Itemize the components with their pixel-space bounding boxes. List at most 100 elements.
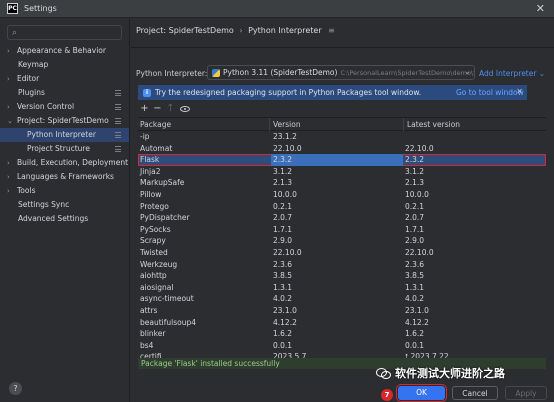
- table-row[interactable]: attrs 23.1.0 23.1.0: [138, 305, 546, 317]
- step-badge: 7: [381, 389, 393, 401]
- table-row[interactable]: -ip 23.1.2: [138, 131, 546, 143]
- package-version-cell: 4.12.2: [273, 317, 297, 327]
- sidebar-item-label: Keymap: [18, 60, 49, 69]
- package-version-cell: 3.1.2: [273, 166, 293, 176]
- add-package-button[interactable]: +: [138, 103, 151, 115]
- sidebar-item-label: Version Control: [17, 102, 75, 111]
- table-row[interactable]: Automat 22.10.0 22.10.0: [138, 143, 546, 155]
- settings-search-input[interactable]: ⌕: [7, 25, 122, 40]
- settings-menu-icon[interactable]: ≡: [328, 26, 335, 35]
- table-row[interactable]: blinker 1.6.2 1.6.2: [138, 328, 546, 340]
- sidebar-item[interactable]: Settings Sync: [0, 198, 129, 212]
- package-toolbar: + − ↑: [138, 103, 190, 115]
- dialog-footer: 7 OK Cancel Apply: [131, 381, 554, 402]
- watermark: 软件测试大师进阶之路: [376, 365, 505, 381]
- latest-version-cell: 0.2.1: [405, 201, 425, 211]
- latest-version-cell: 2.3.2: [405, 155, 425, 165]
- sidebar-item-label: Appearance & Behavior: [17, 46, 106, 55]
- table-row[interactable]: PySocks 1.7.1 1.7.1: [138, 224, 546, 236]
- sidebar-item[interactable]: Keymap: [0, 58, 129, 72]
- latest-version-cell: 2.1.3: [405, 178, 425, 188]
- chevron-right-icon[interactable]: ›: [7, 170, 10, 184]
- package-version-cell: 0.0.1: [273, 340, 293, 350]
- table-row[interactable]: aiosignal 1.3.1 1.3.1: [138, 282, 546, 294]
- latest-version-cell: 10.0.0: [405, 189, 429, 199]
- package-name-cell: Jinja2: [140, 166, 161, 176]
- remove-package-button[interactable]: −: [151, 103, 164, 115]
- latest-version-cell: 0.0.1: [405, 340, 425, 350]
- sidebar-item[interactable]: Project Structure: [0, 142, 129, 156]
- help-button[interactable]: ?: [9, 382, 22, 395]
- interpreter-name: Python 3.11 (SpiderTestDemo): [223, 68, 338, 77]
- sidebar-item[interactable]: ⌄ Project: SpiderTestDemo: [0, 114, 129, 128]
- latest-version-cell: 3.8.5: [405, 271, 425, 281]
- python-icon: [212, 68, 220, 77]
- package-version-cell: 1.3.1: [273, 282, 293, 292]
- interpreter-select[interactable]: Python 3.11 (SpiderTestDemo) C:\Personal…: [207, 65, 475, 80]
- interpreter-label: Python Interpreter:: [136, 69, 208, 78]
- sidebar-item[interactable]: Python Interpreter: [0, 128, 129, 142]
- column-header-package[interactable]: Package: [140, 120, 171, 129]
- sidebar-item[interactable]: › Languages & Frameworks: [0, 170, 129, 184]
- chevron-right-icon[interactable]: ›: [7, 184, 10, 198]
- package-version-cell: 10.0.0: [273, 189, 297, 199]
- close-window-icon[interactable]: ✕: [536, 2, 545, 15]
- eye-icon[interactable]: [180, 106, 190, 112]
- latest-version-cell: 23.1.0: [405, 305, 429, 315]
- watermark-text: 软件测试大师进阶之路: [395, 367, 505, 380]
- add-interpreter-link[interactable]: Add Interpreter ⌄: [479, 69, 545, 78]
- upgrade-package-button[interactable]: ↑: [164, 103, 177, 115]
- sidebar-item[interactable]: Advanced Settings: [0, 212, 129, 226]
- table-row[interactable]: async-timeout 4.0.2 4.0.2: [138, 293, 546, 305]
- table-row[interactable]: Pillow 10.0.0 10.0.0: [138, 189, 546, 201]
- package-version-cell: 2.1.3: [273, 178, 293, 188]
- sidebar-item-label: Project: SpiderTestDemo: [17, 116, 109, 125]
- package-version-cell: 1.7.1: [273, 224, 293, 234]
- package-version-cell: 2.3.6: [273, 259, 293, 269]
- table-row[interactable]: bs4 0.0.1 0.0.1: [138, 340, 546, 352]
- project-settings-icon: [115, 104, 121, 110]
- chevron-right-icon[interactable]: ›: [7, 44, 10, 58]
- table-row[interactable]: Protego 0.2.1 0.2.1: [138, 201, 546, 213]
- sidebar-item[interactable]: › Appearance & Behavior: [0, 44, 129, 58]
- chevron-down-icon[interactable]: ⌄: [7, 114, 13, 128]
- chevron-right-icon[interactable]: ›: [7, 72, 10, 86]
- sidebar-item[interactable]: › Version Control: [0, 100, 129, 114]
- sidebar-item[interactable]: Plugins: [0, 86, 129, 100]
- sidebar-item[interactable]: › Tools: [0, 184, 129, 198]
- banner-close-icon[interactable]: ✕: [516, 87, 523, 96]
- package-name-cell: MarkupSafe: [140, 178, 185, 188]
- cancel-button[interactable]: Cancel: [452, 386, 498, 400]
- ok-button[interactable]: OK: [396, 384, 447, 402]
- project-settings-icon: [115, 90, 121, 96]
- latest-version-cell: 1.6.2: [405, 329, 425, 339]
- sidebar-item[interactable]: › Build, Execution, Deployment: [0, 156, 129, 170]
- apply-button[interactable]: Apply: [505, 386, 547, 400]
- chevron-right-icon[interactable]: ›: [7, 100, 10, 114]
- table-row[interactable]: aiohttp 3.8.5 3.8.5: [138, 270, 546, 282]
- table-row[interactable]: beautifulsoup4 4.12.2 4.12.2: [138, 317, 546, 329]
- go-to-tool-window-link[interactable]: Go to tool window: [456, 88, 524, 97]
- column-header-latest[interactable]: Latest version: [407, 120, 460, 129]
- package-name-cell: PySocks: [140, 224, 171, 234]
- table-row[interactable]: Scrapy 2.9.0 2.9.0: [138, 235, 546, 247]
- column-header-version[interactable]: Version: [273, 120, 301, 129]
- sidebar-item[interactable]: › Editor: [0, 72, 129, 86]
- package-name-cell: PyDispatcher: [140, 213, 190, 223]
- table-row[interactable]: Werkzeug 2.3.6 2.3.6: [138, 259, 546, 271]
- info-icon: i: [143, 88, 151, 97]
- latest-version-cell: 4.12.2: [405, 317, 429, 327]
- breadcrumb-project[interactable]: Project: SpiderTestDemo: [136, 26, 234, 35]
- table-row[interactable]: MarkupSafe 2.1.3 2.1.3: [138, 177, 546, 189]
- table-row[interactable]: Flask 2.3.2 2.3.2: [138, 154, 546, 166]
- table-header: Package Version Latest version: [138, 118, 546, 131]
- table-row[interactable]: Twisted 22.10.0 22.10.0: [138, 247, 546, 259]
- title-bar: PC Settings ✕: [0, 0, 554, 18]
- latest-version-cell: 2.0.7: [405, 213, 425, 223]
- table-row[interactable]: PyDispatcher 2.0.7 2.0.7: [138, 212, 546, 224]
- package-version-cell: 23.1.2: [273, 132, 297, 141]
- package-name-cell: Werkzeug: [140, 259, 178, 269]
- settings-nav-tree: › Appearance & Behavior Keymap › Editor Plugi…: [0, 44, 129, 226]
- chevron-right-icon[interactable]: ›: [7, 156, 10, 170]
- table-row[interactable]: Jinja2 3.1.2 3.1.2: [138, 166, 546, 178]
